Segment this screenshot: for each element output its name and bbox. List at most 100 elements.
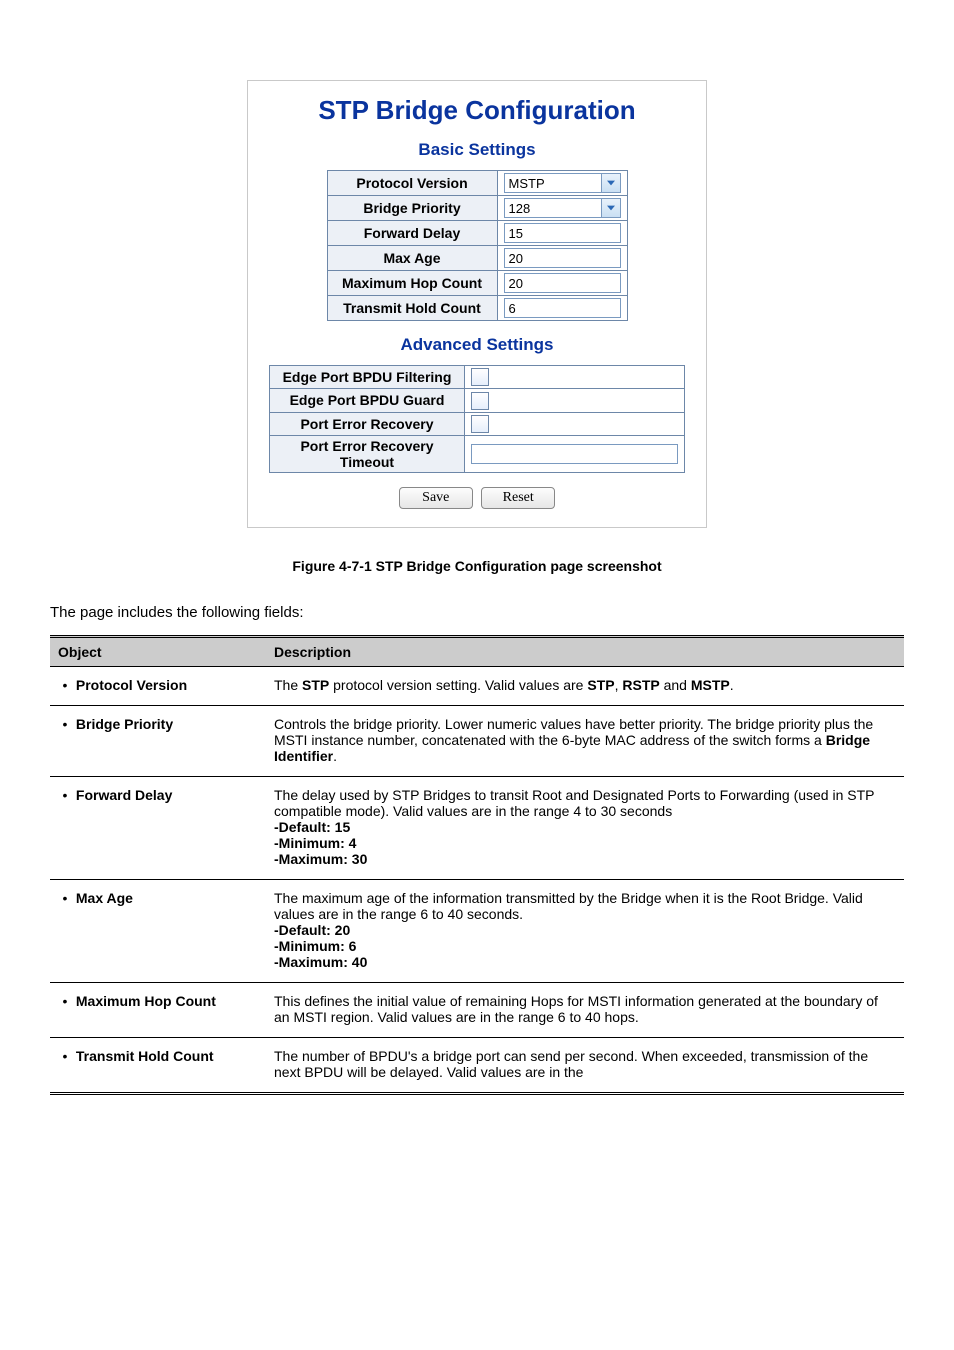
desc-text: protocol version setting. Valid values a… (329, 677, 587, 693)
col-object: Object (50, 636, 266, 666)
desc-bold: STP (302, 677, 329, 693)
bullet-icon: • (58, 1048, 72, 1064)
desc-text: This defines the initial value of remain… (274, 993, 878, 1025)
select-value: 128 (509, 201, 531, 216)
bullet-icon: • (58, 890, 72, 906)
setting-value-cell (465, 366, 685, 389)
config-title: STP Bridge Configuration (266, 95, 688, 126)
bullet-icon: • (58, 787, 72, 803)
select-input[interactable]: 128 (504, 198, 621, 218)
setting-value-cell: 20 (497, 246, 627, 271)
desc-bold: -Default: 20 -Minimum: 6 -Maximum: 40 (274, 922, 367, 970)
text-input[interactable]: 20 (504, 248, 621, 268)
basic-row: Maximum Hop Count 20 (327, 271, 627, 296)
bullet-icon: • (58, 677, 72, 693)
advanced-row: Port Error Recovery (270, 412, 685, 435)
desc-text: . (333, 748, 337, 764)
basic-row: Protocol Version MSTP (327, 171, 627, 196)
chevron-down-icon (601, 174, 620, 192)
bullet-icon: • (58, 716, 72, 732)
description-table: Object Description • Protocol VersionThe… (50, 635, 904, 1095)
col-description: Description (266, 636, 904, 666)
object-name: Protocol Version (72, 677, 187, 693)
basic-row: Transmit Hold Count 6 (327, 296, 627, 321)
setting-value-cell: 20 (497, 271, 627, 296)
object-name: Transmit Hold Count (72, 1048, 214, 1064)
setting-value-cell (465, 389, 685, 412)
desc-bold: RSTP (622, 677, 659, 693)
setting-value-cell: 15 (497, 221, 627, 246)
setting-value-cell (465, 412, 685, 435)
checkbox-input[interactable] (471, 368, 489, 386)
advanced-heading: Advanced Settings (266, 335, 688, 355)
select-value: MSTP (509, 176, 545, 191)
setting-label: Transmit Hold Count (327, 296, 497, 321)
desc-text: Controls the bridge priority. Lower nume… (274, 716, 873, 748)
description-row: • Protocol VersionThe STP protocol versi… (50, 666, 904, 705)
checkbox-input[interactable] (471, 415, 489, 433)
text-input[interactable]: 20 (504, 273, 621, 293)
figure-caption: Figure 4-7-1 STP Bridge Configuration pa… (50, 558, 904, 574)
select-input[interactable]: MSTP (504, 173, 621, 193)
text-input[interactable] (471, 444, 678, 464)
button-row: Save Reset (266, 487, 688, 509)
setting-label: Protocol Version (327, 171, 497, 196)
description-row: • Forward DelayThe delay used by STP Bri… (50, 776, 904, 879)
basic-row: Forward Delay 15 (327, 221, 627, 246)
object-name: Max Age (72, 890, 133, 906)
object-cell: • Forward Delay (50, 776, 266, 879)
page-root: STP Bridge Configuration Basic Settings … (0, 0, 954, 1155)
object-cell: • Max Age (50, 879, 266, 982)
object-cell: • Protocol Version (50, 666, 266, 705)
object-name: Maximum Hop Count (72, 993, 216, 1009)
chevron-down-icon (601, 199, 620, 217)
checkbox-input[interactable] (471, 392, 489, 410)
object-name: Forward Delay (72, 787, 172, 803)
desc-text: The maximum age of the information trans… (274, 890, 863, 922)
advanced-row: Edge Port BPDU Filtering (270, 366, 685, 389)
setting-label: Port Error Recovery (270, 412, 465, 435)
setting-value-cell: 6 (497, 296, 627, 321)
description-cell: This defines the initial value of remain… (266, 982, 904, 1037)
advanced-row: Port Error Recovery Timeout (270, 435, 685, 472)
object-cell: • Transmit Hold Count (50, 1037, 266, 1093)
text-input[interactable]: 6 (504, 298, 621, 318)
basic-row: Bridge Priority 128 (327, 196, 627, 221)
desc-text: The (274, 677, 302, 693)
description-row: • Max AgeThe maximum age of the informat… (50, 879, 904, 982)
desc-text: The number of BPDU's a bridge port can s… (274, 1048, 868, 1080)
setting-label: Forward Delay (327, 221, 497, 246)
basic-row: Max Age 20 (327, 246, 627, 271)
text-input[interactable]: 15 (504, 223, 621, 243)
description-cell: Controls the bridge priority. Lower nume… (266, 705, 904, 776)
description-cell: The number of BPDU's a bridge port can s… (266, 1037, 904, 1093)
setting-value-cell (465, 435, 685, 472)
description-cell: The STP protocol version setting. Valid … (266, 666, 904, 705)
setting-value-cell: 128 (497, 196, 627, 221)
config-panel: STP Bridge Configuration Basic Settings … (247, 80, 707, 528)
description-row: • Transmit Hold CountThe number of BPDU'… (50, 1037, 904, 1093)
basic-heading: Basic Settings (266, 140, 688, 160)
bullet-icon: • (58, 993, 72, 1009)
object-cell: • Bridge Priority (50, 705, 266, 776)
setting-label: Edge Port BPDU Guard (270, 389, 465, 412)
setting-label: Max Age (327, 246, 497, 271)
advanced-row: Edge Port BPDU Guard (270, 389, 685, 412)
setting-label: Edge Port BPDU Filtering (270, 366, 465, 389)
desc-text: . (730, 677, 734, 693)
desc-bold: MSTP (691, 677, 730, 693)
setting-label: Bridge Priority (327, 196, 497, 221)
setting-label: Port Error Recovery Timeout (270, 435, 465, 472)
basic-settings-table: Protocol Version MSTP Bridge Priority 128 Fo… (327, 170, 628, 321)
save-button[interactable]: Save (399, 487, 473, 509)
description-row: • Bridge PriorityControls the bridge pri… (50, 705, 904, 776)
description-row: • Maximum Hop CountThis defines the init… (50, 982, 904, 1037)
setting-value-cell: MSTP (497, 171, 627, 196)
advanced-settings-table: Edge Port BPDU FilteringEdge Port BPDU G… (269, 365, 685, 473)
desc-text: The delay used by STP Bridges to transit… (274, 787, 874, 819)
desc-bold: -Default: 15 -Minimum: 4 -Maximum: 30 (274, 819, 367, 867)
object-name: Bridge Priority (72, 716, 173, 732)
object-cell: • Maximum Hop Count (50, 982, 266, 1037)
setting-label: Maximum Hop Count (327, 271, 497, 296)
reset-button[interactable]: Reset (481, 487, 555, 509)
